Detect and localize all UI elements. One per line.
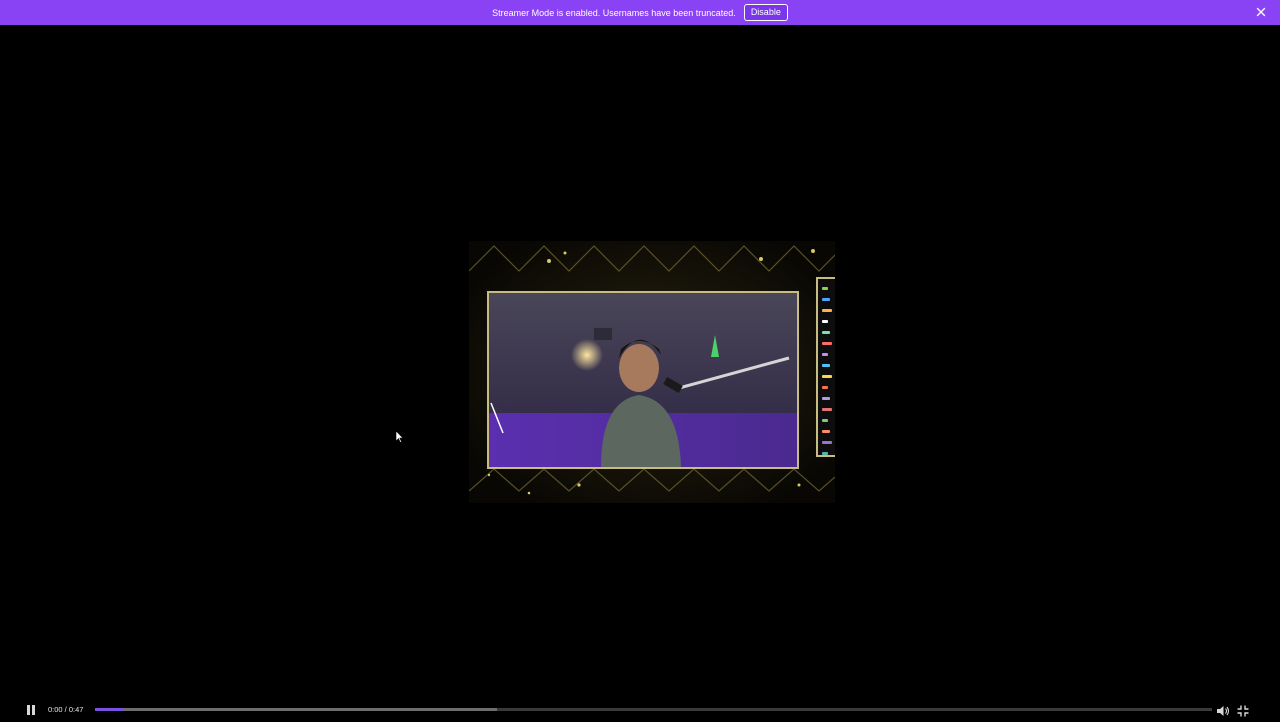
playback-time: 0:00 / 0:47 [48,705,84,714]
streamer-mode-banner: Streamer Mode is enabled. Usernames have… [0,0,1280,25]
disable-streamer-mode-button[interactable]: Disable [743,4,788,21]
exit-fullscreen-icon[interactable] [1237,704,1249,717]
chat-line [822,364,830,367]
chat-line [822,309,832,312]
chat-line [822,397,830,400]
chat-line [822,408,832,411]
chat-line [822,298,830,301]
chat-line [822,287,828,290]
mouse-cursor-icon [396,431,404,443]
close-icon[interactable] [1254,5,1268,19]
chat-line [822,342,832,345]
chat-line [822,441,832,444]
chat-line [822,452,828,455]
streamer-mode-message: Streamer Mode is enabled. Usernames have… [492,7,736,18]
player-controls: 0:00 / 0:47 [0,700,1280,720]
chat-line [822,353,828,356]
chat-line [822,386,828,389]
webcam-feed [487,291,799,469]
buffered-bar [95,708,498,711]
played-bar [95,708,123,711]
chat-line [822,331,830,334]
stream-chat-overlay [816,277,835,457]
chat-line [822,320,828,323]
chat-line [822,419,828,422]
chat-line [822,430,830,433]
chat-line [822,375,832,378]
seek-bar[interactable] [95,708,1212,711]
pause-icon[interactable] [26,705,36,715]
video-frame[interactable] [469,241,835,503]
volume-icon[interactable] [1216,704,1230,716]
